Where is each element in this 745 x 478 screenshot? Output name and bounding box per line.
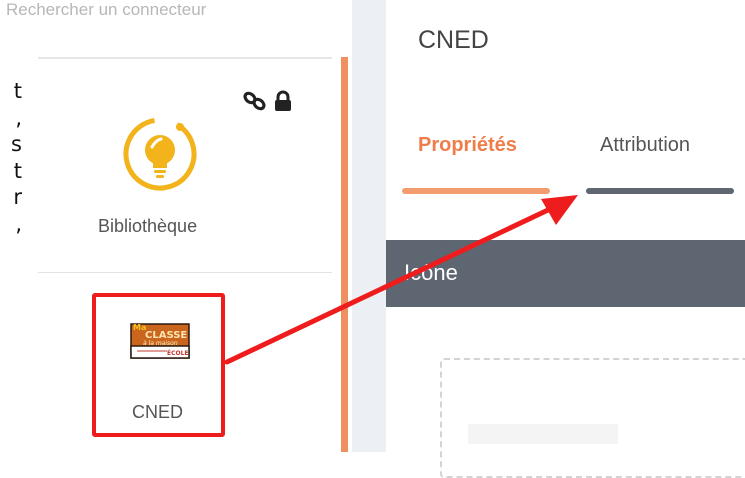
- icon-dropzone[interactable]: [440, 358, 745, 478]
- connector-detail-panel: CNED Propriétés Attribution Icône: [386, 0, 745, 478]
- search-divider: [38, 57, 332, 59]
- highlight-box: [92, 293, 225, 437]
- selection-accent-bar: [341, 57, 348, 452]
- connector-status-icons: [242, 90, 292, 112]
- link-icon: [243, 91, 266, 111]
- section-header-label: Icône: [404, 260, 458, 285]
- lightbulb-refresh-icon: [123, 117, 197, 191]
- panel-gutter: [352, 0, 386, 452]
- tab-attribution[interactable]: Attribution: [600, 134, 690, 157]
- lock-icon: [275, 90, 291, 111]
- detail-title: CNED: [418, 26, 489, 54]
- search-input[interactable]: Rechercher un connecteur: [0, 0, 340, 30]
- tab-properties-underline: [402, 188, 550, 194]
- dropzone-placeholder: [468, 424, 618, 444]
- tab-attribution-underline: [586, 188, 734, 194]
- connector-label-bibliotheque[interactable]: Bibliothèque: [98, 216, 197, 237]
- connector-list-panel: Rechercher un connecteur Bibliothèque Ma…: [0, 0, 352, 452]
- connector-divider: [38, 272, 332, 273]
- tab-properties[interactable]: Propriétés: [418, 134, 517, 157]
